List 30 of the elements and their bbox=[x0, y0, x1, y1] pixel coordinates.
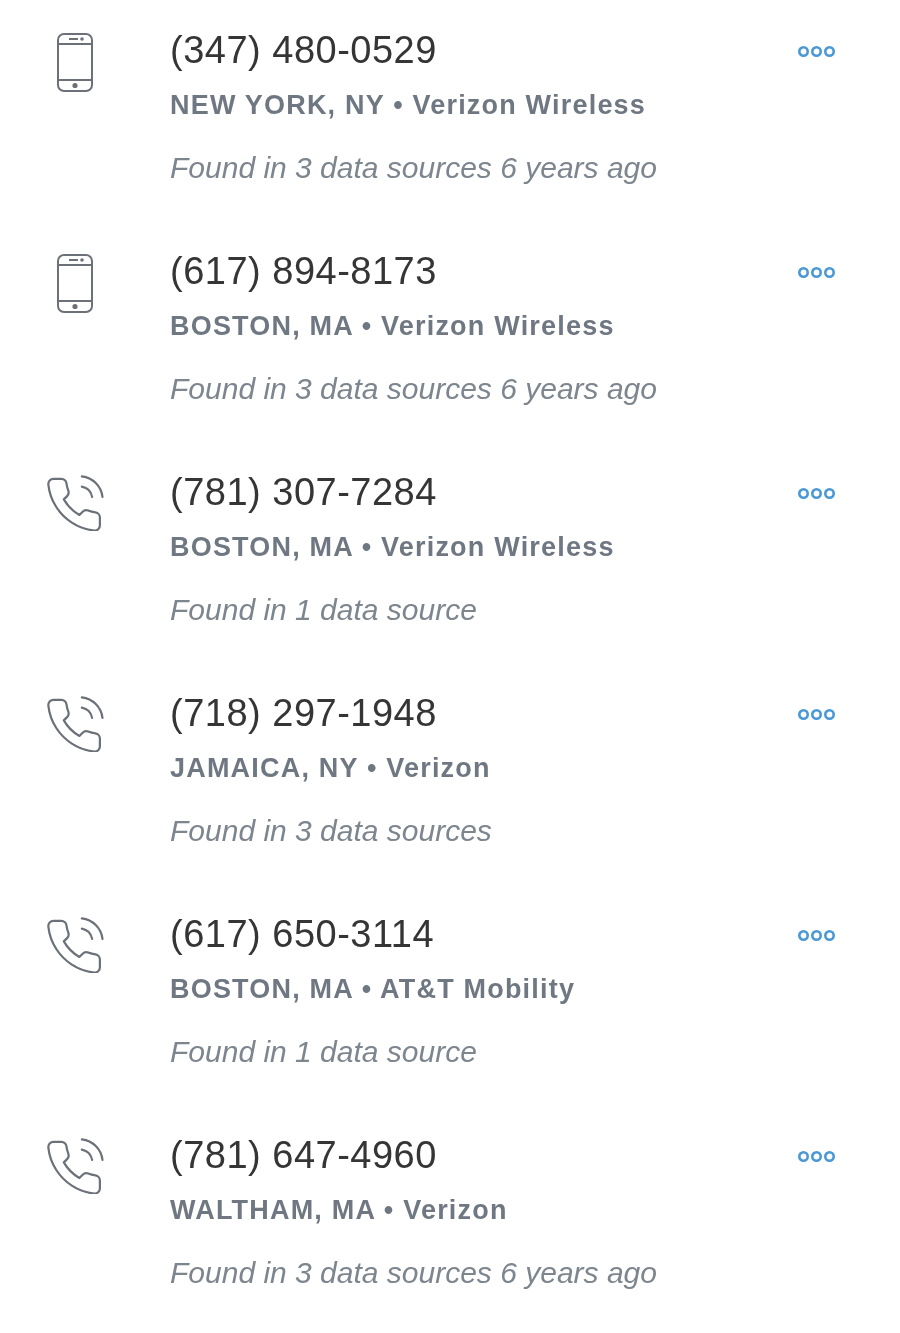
location-carrier-text: WALTHAM, MA • Verizon bbox=[170, 1194, 509, 1227]
phone-call-icon bbox=[46, 475, 104, 531]
location-carrier-text: BOSTON, MA • AT&T Mobility bbox=[170, 973, 577, 1006]
more-dots-icon bbox=[797, 266, 836, 279]
location-carrier-text: BOSTON, MA • Verizon Wireless bbox=[170, 310, 616, 343]
mobile-phone-icon bbox=[57, 254, 93, 313]
sources-text: Found in 1 data source bbox=[170, 1034, 478, 1070]
phone-call-icon bbox=[46, 1138, 104, 1194]
more-dots-icon bbox=[797, 45, 836, 58]
sources-text: Found in 3 data sources bbox=[170, 813, 493, 849]
sources-text: Found in 3 data sources 6 years ago bbox=[170, 1255, 658, 1291]
location-carrier-text: BOSTON, MA • Verizon Wireless bbox=[170, 531, 616, 564]
sources-text: Found in 3 data sources 6 years ago bbox=[170, 371, 658, 407]
more-dots-icon bbox=[797, 929, 836, 942]
sources-text: Found in 1 data source bbox=[170, 592, 478, 628]
mobile-phone-icon bbox=[57, 33, 93, 92]
phone-number: (617) 894-8173 bbox=[170, 249, 438, 294]
more-dots-icon bbox=[797, 708, 836, 721]
more-dots-icon bbox=[797, 487, 836, 500]
phone-number: (617) 650-3114 bbox=[170, 912, 436, 957]
location-carrier-text: NEW YORK, NY • Verizon Wireless bbox=[170, 89, 648, 122]
phone-number: (781) 647-4960 bbox=[170, 1133, 438, 1178]
phone-call-icon bbox=[46, 696, 104, 752]
phone-call-icon bbox=[46, 917, 104, 973]
phone-number: (347) 480-0529 bbox=[170, 28, 438, 73]
more-dots-icon bbox=[797, 1150, 836, 1163]
phone-number: (781) 307-7284 bbox=[170, 470, 438, 515]
location-carrier-text: JAMAICA, NY • Verizon bbox=[170, 752, 492, 785]
phone-number: (718) 297-1948 bbox=[170, 691, 438, 736]
sources-text: Found in 3 data sources 6 years ago bbox=[170, 150, 658, 186]
